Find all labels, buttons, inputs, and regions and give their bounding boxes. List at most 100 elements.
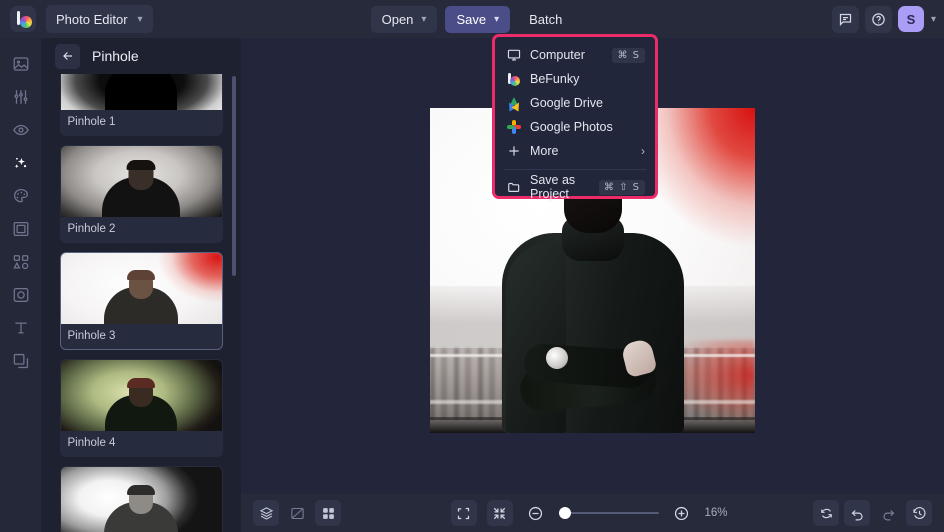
effect-thumbnail [60,253,222,324]
menu-item-computer[interactable]: Computer ⌘ S [495,43,655,67]
effect-thumbnail [60,74,222,110]
rail-item-retouch[interactable] [0,113,41,146]
grid-view-icon [322,507,334,519]
feedback-icon [839,13,852,26]
menu-item-shortcut: ⌘ ⇧ S [598,179,645,195]
app-switcher-dropdown[interactable]: Photo Editor ▾ [46,5,153,33]
menu-item-label: Google Photos [530,120,613,134]
menu-item-save-as-project[interactable]: Save as Project ⌘ ⇧ S [495,173,655,201]
menu-item-google-drive[interactable]: Google Drive [495,91,655,115]
effect-thumbnail-list[interactable]: Pinhole 1 Pinhole 2 Pinhole 3 Pinhole 4 [41,74,241,532]
zoom-in-button[interactable] [669,500,695,526]
layers-icon [13,353,28,368]
menu-item-label: More [530,144,559,158]
panel-header: Pinhole [41,38,241,74]
help-button[interactable] [864,5,892,33]
rail-item-overlays[interactable] [0,278,41,311]
eye-icon [12,124,29,135]
effect-card-pinhole-4[interactable]: Pinhole 4 [59,359,223,457]
zoom-slider-handle[interactable] [558,507,571,519]
effect-label: Pinhole 4 [67,437,116,449]
rail-item-touchup[interactable] [0,80,41,113]
effect-card-pinhole-5[interactable]: Pinhole 5 [59,466,223,532]
fit-to-screen-icon [493,507,506,519]
rail-item-effects[interactable] [0,146,41,179]
zoom-out-icon [528,506,543,520]
zoom-level-value: 16% [704,507,728,519]
history-button[interactable] [906,500,932,526]
overlays-icon [13,287,28,302]
rail-item-frames[interactable] [0,212,41,245]
layers-panel-button[interactable] [253,500,279,526]
effect-thumbnail [60,360,222,431]
effect-label: Pinhole 2 [67,223,116,235]
back-button[interactable] [55,43,80,69]
bottom-toolbar: 16% [241,494,944,532]
panel-scrollbar[interactable] [232,76,236,276]
fullscreen-button[interactable] [450,500,477,526]
rail-item-graphics[interactable] [0,245,41,278]
palette-icon [13,188,28,202]
open-button[interactable]: Open ▾ [370,5,438,33]
google-photos-icon [506,120,521,135]
batch-button[interactable]: Batch [518,6,573,33]
monitor-icon [506,48,521,63]
rail-item-layers[interactable] [0,344,41,377]
rail-item-text[interactable] [0,311,41,344]
photo-editor-app: Photo Editor ▾ Open ▾ Save ▾ Batch S ▾ C… [0,0,944,532]
menu-item-label: Computer [530,48,585,62]
zoom-out-button[interactable] [523,500,549,526]
history-icon [912,506,925,519]
zoom-in-icon [674,506,689,520]
effect-thumbnail [60,146,222,217]
befunky-logo-button[interactable] [10,6,36,32]
effect-card-pinhole-1[interactable]: Pinhole 1 [59,74,223,136]
reset-icon [820,508,832,518]
frame-icon [13,221,28,236]
undo-icon [851,509,863,520]
text-icon [14,322,27,333]
chevron-down-icon: ▾ [421,13,427,25]
plus-icon [506,144,521,159]
menu-item-more[interactable]: More › [495,139,655,163]
effect-label: Pinhole 3 [67,330,116,342]
grid-view-button[interactable] [315,500,341,526]
feedback-button[interactable] [831,5,859,33]
compare-icon [290,507,304,519]
effect-thumbnail [60,467,222,532]
image-edit-icon [13,56,28,71]
panel-title: Pinhole [92,48,139,64]
redo-button[interactable] [875,500,901,526]
zoom-slider-track [558,512,659,514]
effect-card-pinhole-3[interactable]: Pinhole 3 [59,252,223,350]
menu-item-google-photos[interactable]: Google Photos [495,115,655,139]
back-arrow-icon [62,52,72,60]
chevron-right-icon: › [641,144,645,158]
menu-item-shortcut: ⌘ S [612,47,645,63]
effect-label: Pinhole 1 [67,116,116,128]
rail-item-edit[interactable] [0,47,41,80]
undo-button[interactable] [844,500,870,526]
save-button[interactable]: Save ▾ [445,5,511,33]
open-button-label: Open [381,11,414,27]
effects-panel: Pinhole Pinhole 1 Pinhole 2 Pinhole 3 Pi… [41,38,241,532]
layers-panel-icon [259,506,273,520]
fit-to-screen-button[interactable] [486,500,513,526]
menu-item-befunky[interactable]: BeFunky [495,67,655,91]
effect-card-pinhole-2[interactable]: Pinhole 2 [59,145,223,243]
save-dropdown-menu: Computer ⌘ S BeFunky Google Drive Google… [492,34,658,201]
rail-item-artsy[interactable] [0,179,41,212]
menu-divider [504,169,646,170]
google-drive-icon [505,96,522,111]
bottom-toolbar-left [241,500,341,526]
chevron-down-icon: ▾ [137,13,143,25]
account-chevron-down-icon[interactable]: ▾ [931,14,936,25]
save-button-label: Save [456,11,487,27]
zoom-slider[interactable] [558,504,659,522]
menu-item-label: Save as Project [530,173,576,201]
bottom-toolbar-right [813,500,932,526]
avatar[interactable]: S [897,6,924,32]
compare-button[interactable] [284,500,310,526]
reset-button[interactable] [813,500,839,526]
sparkles-icon [14,157,26,168]
